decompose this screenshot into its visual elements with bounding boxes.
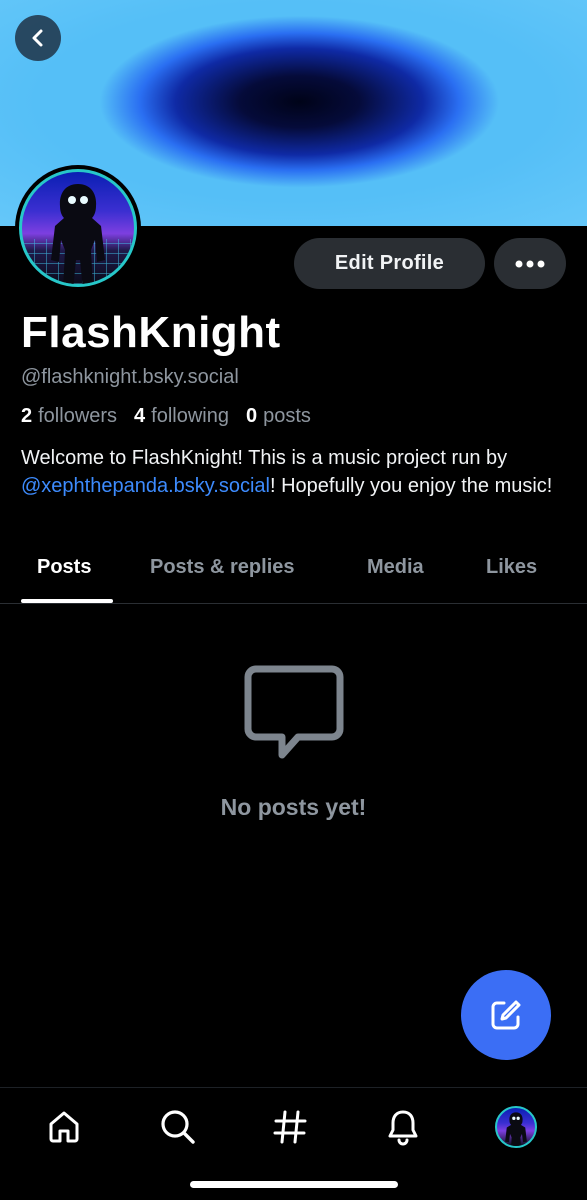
tab-posts[interactable]: Posts — [37, 556, 91, 579]
chevron-left-icon — [32, 29, 43, 47]
nav-feeds[interactable] — [265, 1102, 315, 1152]
message-square-icon — [244, 665, 344, 759]
avatar-image — [19, 169, 137, 287]
home-indicator — [190, 1181, 398, 1188]
tab-posts-and-replies[interactable]: Posts & replies — [150, 556, 295, 579]
nav-notifications[interactable] — [378, 1102, 428, 1152]
knight-figure-image — [505, 1112, 527, 1146]
edit-profile-label: Edit Profile — [334, 252, 445, 274]
compose-icon — [491, 1000, 521, 1030]
knight-figure-image — [51, 184, 105, 284]
profile-stats: 2 followers 4 following 0 posts — [21, 405, 311, 428]
profile-avatar[interactable] — [15, 165, 141, 291]
following-stat[interactable]: 4 following — [134, 405, 229, 428]
compose-post-button[interactable] — [461, 970, 551, 1060]
nav-profile[interactable] — [491, 1102, 541, 1152]
nav-search[interactable] — [153, 1102, 203, 1152]
hashtag-icon — [273, 1110, 307, 1144]
tab-likes[interactable]: Likes — [486, 556, 537, 579]
bio-mention-link[interactable]: @xephthepanda.bsky.social — [21, 475, 270, 497]
display-name: FlashKnight — [21, 308, 281, 357]
back-button[interactable] — [15, 15, 61, 61]
empty-state-message: No posts yet! — [220, 794, 367, 820]
bell-icon — [388, 1110, 418, 1146]
tab-media[interactable]: Media — [367, 556, 424, 579]
active-tab-indicator — [21, 599, 113, 603]
profile-tabs: Posts Posts & replies Media Likes — [0, 546, 587, 604]
posts-stat: 0 posts — [246, 405, 311, 427]
profile-avatar-small — [495, 1106, 537, 1148]
nav-home[interactable] — [39, 1102, 89, 1152]
home-icon — [49, 1111, 79, 1143]
search-icon — [161, 1110, 195, 1144]
followers-stat[interactable]: 2 followers — [21, 405, 117, 428]
profile-bio: Welcome to FlashKnight! This is a music … — [21, 447, 553, 497]
edit-profile-button[interactable]: Edit Profile — [294, 238, 485, 289]
more-options-button[interactable] — [494, 238, 566, 289]
ellipsis-icon — [515, 260, 545, 267]
profile-handle[interactable]: @flashknight.bsky.social — [21, 366, 239, 389]
